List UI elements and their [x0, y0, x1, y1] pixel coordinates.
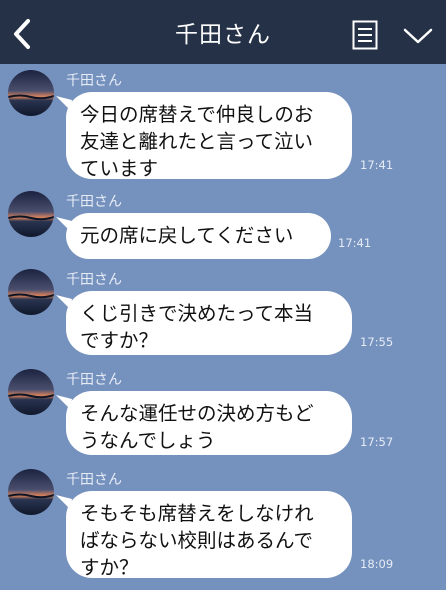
message-time: 17:57: [360, 435, 394, 449]
sunset-photo-icon: [8, 469, 54, 515]
message-bubble[interactable]: そもそも席替えをしなけれ ばならない校則はあるんで すか？: [66, 491, 352, 579]
chat-header: 千田さん: [0, 0, 446, 64]
avatar[interactable]: [8, 70, 54, 116]
note-button[interactable]: [352, 20, 378, 50]
sunset-photo-icon: [8, 369, 54, 415]
back-chevron-icon: [14, 19, 30, 49]
sunset-photo-icon: [8, 191, 54, 237]
chevron-down-icon: [403, 28, 433, 44]
sender-name: 千田さん: [66, 372, 122, 388]
avatar[interactable]: [8, 191, 54, 237]
message-bubble[interactable]: 今日の席替えで仲良しのお 友達と離れたと言って泣い ています: [66, 92, 352, 180]
message-bubble[interactable]: そんな運任せの決め方もど うなんでしょう: [66, 391, 352, 455]
sunset-photo-icon: [8, 269, 54, 315]
sender-name: 千田さん: [66, 73, 122, 89]
sender-name: 千田さん: [66, 472, 122, 488]
sender-name: 千田さん: [66, 272, 122, 288]
avatar[interactable]: [8, 369, 54, 415]
sunset-photo-icon: [8, 70, 54, 116]
avatar[interactable]: [8, 469, 54, 515]
note-list-icon: [352, 20, 378, 50]
message-time: 17:41: [338, 236, 372, 250]
message-bubble[interactable]: 元の席に戻してください: [66, 213, 331, 259]
message-time: 17:55: [360, 335, 394, 349]
message-time: 17:41: [360, 158, 394, 172]
sender-name: 千田さん: [66, 194, 122, 210]
message-bubble[interactable]: くじ引きで決めたって本当 ですか？: [66, 291, 352, 355]
back-button[interactable]: [8, 16, 38, 52]
avatar[interactable]: [8, 269, 54, 315]
message-time: 18:09: [360, 557, 394, 571]
menu-expand-button[interactable]: [402, 26, 434, 46]
chat-title: 千田さん: [175, 22, 271, 48]
